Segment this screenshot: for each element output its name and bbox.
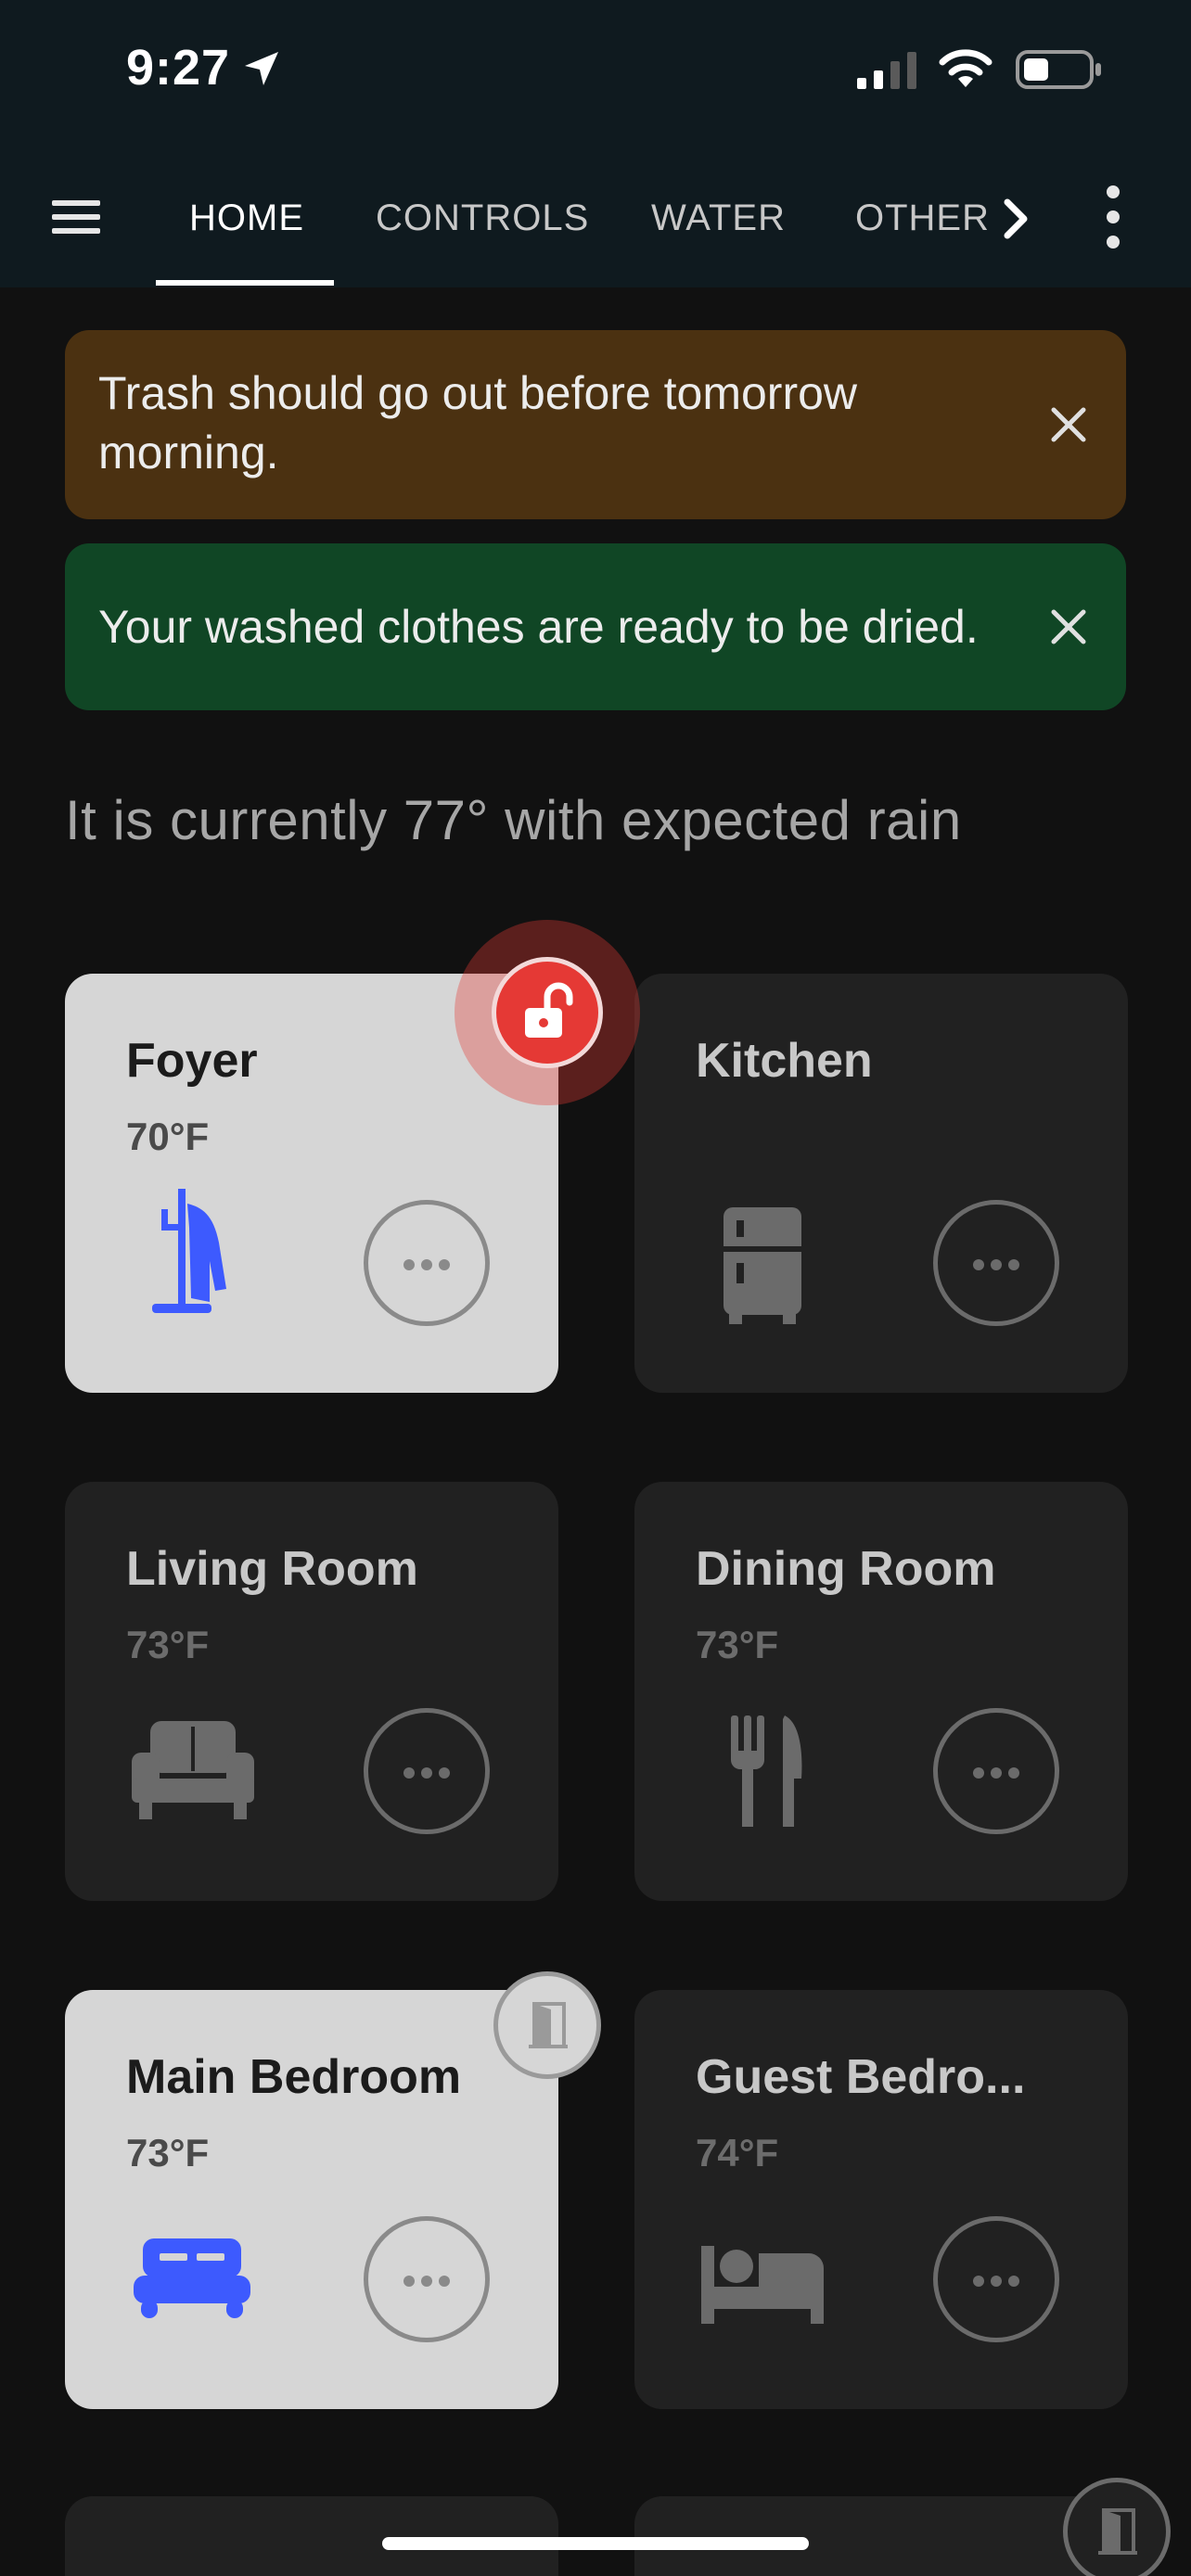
- more-options-button[interactable]: [933, 2216, 1059, 2342]
- room-name: Guest Bedro...: [696, 2050, 1026, 2104]
- overflow-menu-icon[interactable]: [1095, 182, 1132, 252]
- tab-controls[interactable]: CONTROLS: [376, 185, 589, 250]
- room-temperature: 73°F: [126, 1623, 210, 1666]
- more-options-button[interactable]: [933, 1708, 1059, 1834]
- wifi-icon: [939, 49, 992, 87]
- tab-home[interactable]: HOME: [189, 185, 304, 250]
- home-indicator[interactable]: [382, 2537, 809, 2550]
- room-card-partial[interactable]: [634, 2496, 1128, 2576]
- bed-icon: [701, 2246, 824, 2324]
- room-name: Dining Room: [696, 1542, 996, 1596]
- room-card-main-bedroom[interactable]: Main Bedroom 73°F: [65, 1990, 558, 2409]
- tab-other[interactable]: OTHER: [855, 185, 990, 250]
- more-options-button[interactable]: [933, 1200, 1059, 1326]
- room-temperature: 70°F: [126, 1115, 210, 1158]
- notification-laundry: Your washed clothes are ready to be drie…: [65, 543, 1126, 710]
- more-options-button[interactable]: [364, 1708, 490, 1834]
- notification-trash: Trash should go out before tomorrow morn…: [65, 330, 1126, 519]
- room-temperature: 73°F: [696, 1623, 779, 1666]
- hamburger-menu-icon[interactable]: [48, 187, 108, 247]
- tab-water[interactable]: WATER: [651, 185, 786, 250]
- sofa-icon: [132, 1721, 254, 1819]
- location-arrow-icon: [245, 52, 278, 85]
- door-status-badge[interactable]: [493, 1971, 601, 2079]
- room-name: Main Bedroom: [126, 2050, 462, 2104]
- bed-icon: [134, 2238, 250, 2318]
- room-card-partial[interactable]: [65, 2496, 558, 2576]
- status-time: 9:27: [126, 40, 231, 96]
- top-navigation: HOME CONTROLS WATER OTHER: [0, 148, 1191, 287]
- room-card-living-room[interactable]: Living Room 73°F: [65, 1482, 558, 1901]
- door-icon: [1098, 2508, 1137, 2555]
- room-card-kitchen[interactable]: Kitchen: [634, 974, 1128, 1393]
- close-icon[interactable]: [1043, 399, 1095, 451]
- chevron-right-icon[interactable]: [992, 193, 1037, 245]
- silverware-icon: [731, 1715, 802, 1827]
- coat-rack-icon: [152, 1189, 226, 1313]
- battery-icon: [1016, 50, 1101, 89]
- room-temperature: 74°F: [696, 2131, 779, 2174]
- more-options-button[interactable]: [364, 2216, 490, 2342]
- unlocked-padlock-icon: [525, 982, 573, 1038]
- cellular-signal-icon: [857, 52, 916, 89]
- fridge-icon: [724, 1207, 801, 1324]
- weather-summary: It is currently 77° with expected rain: [65, 789, 962, 851]
- room-card-guest-bedroom[interactable]: Guest Bedro... 74°F: [634, 1990, 1128, 2409]
- room-name: Foyer: [126, 1034, 258, 1088]
- door-icon: [529, 2002, 568, 2048]
- notification-text: Your washed clothes are ready to be drie…: [98, 601, 979, 653]
- status-bar: 9:27: [0, 0, 1191, 148]
- notification-text: Trash should go out before tomorrow morn…: [98, 367, 858, 478]
- active-tab-indicator: [156, 280, 334, 286]
- room-name: Living Room: [126, 1542, 418, 1596]
- door-status-badge[interactable]: [1063, 2478, 1171, 2576]
- close-icon[interactable]: [1043, 601, 1095, 653]
- room-card-dining-room[interactable]: Dining Room 73°F: [634, 1482, 1128, 1901]
- room-temperature: 73°F: [126, 2131, 210, 2174]
- room-name: Kitchen: [696, 1034, 873, 1088]
- more-options-button[interactable]: [364, 1200, 490, 1326]
- foyer-lock-toggle[interactable]: [455, 920, 640, 1105]
